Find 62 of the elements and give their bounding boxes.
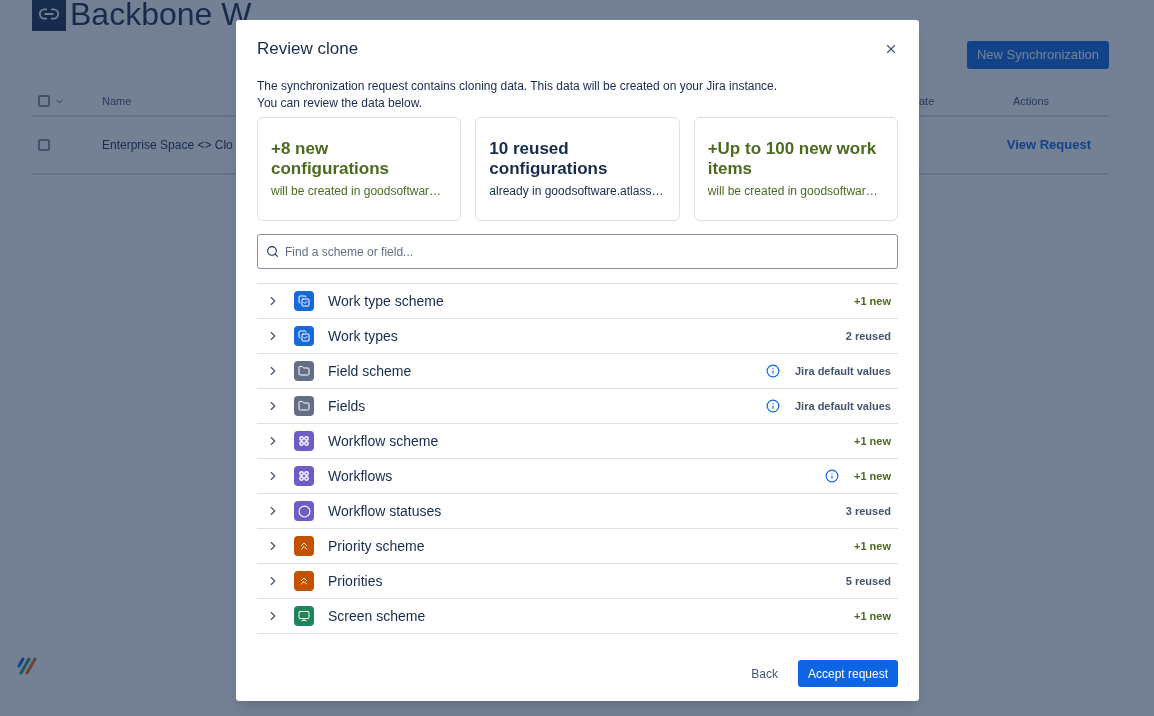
status-text: Jira default values <box>795 398 891 414</box>
row-label: Workflows <box>328 466 393 486</box>
card-headline: 10 reused configurations <box>489 139 609 179</box>
four-dots-icon <box>294 466 314 486</box>
info-icon[interactable] <box>766 364 780 378</box>
row-label: Screen scheme <box>328 606 426 626</box>
row-label: Work type scheme <box>328 291 444 311</box>
row-label: Fields <box>328 396 366 416</box>
select-all-checkbox[interactable] <box>38 95 50 107</box>
config-row[interactable]: Work type scheme +1 new <box>257 284 898 319</box>
status-text: 2 reused <box>845 328 891 344</box>
config-row[interactable]: Priority scheme +1 new <box>257 529 898 564</box>
column-header: Name <box>102 93 132 109</box>
row-label: Field scheme <box>328 361 412 381</box>
status-text: +1 new <box>854 608 891 624</box>
config-row[interactable]: Workflows +1 new <box>257 459 898 494</box>
status-text: +1 new <box>854 468 891 484</box>
config-row[interactable]: Fields Jira default values <box>257 389 898 424</box>
row-checkbox[interactable] <box>38 139 50 151</box>
status-text: 5 reused <box>845 573 891 589</box>
four-dots-icon <box>294 431 314 451</box>
card-headline: +8 new configurations <box>271 139 391 179</box>
search-icon <box>266 245 279 258</box>
back-button[interactable]: Back <box>745 660 784 687</box>
intro-text: The synchronization request contains cloning data. This data will be created on your Jira instance. <box>257 78 779 95</box>
card-headline: +Up to 100 new work items <box>707 139 878 179</box>
monitor-icon <box>294 606 314 626</box>
config-row[interactable]: Work types 2 reused <box>257 319 898 354</box>
double-chevron-up-icon <box>294 536 314 556</box>
column-header: ate <box>919 93 935 109</box>
table-cell-text: Enterprise Space <> Clo <box>102 137 233 154</box>
row-label: Workflow statuses <box>328 501 442 521</box>
status-text: +1 new <box>854 433 891 449</box>
column-header: Actions <box>1013 93 1050 109</box>
double-chevron-up-icon <box>294 571 314 591</box>
search-field[interactable]: Find a scheme or field... <box>257 234 898 269</box>
info-icon[interactable] <box>766 399 780 413</box>
card-detail: will be created in goodsoftwar… <box>271 183 443 200</box>
checked-copies-icon <box>294 291 314 311</box>
checked-copies-icon <box>294 326 314 346</box>
stripes-logo-icon <box>17 657 39 675</box>
config-row[interactable]: Priorities 5 reused <box>257 564 898 599</box>
status-text: +1 new <box>854 293 891 309</box>
row-label: Priority scheme <box>328 536 425 556</box>
status-text: Jira default values <box>795 363 891 379</box>
status-text: 3 reused <box>845 503 891 519</box>
intro-text: You can review the data below. <box>257 95 423 112</box>
info-icon[interactable] <box>825 469 839 483</box>
card-detail: already in goodsoftware.atlass… <box>489 183 665 200</box>
folder-icon <box>294 396 314 416</box>
card-detail: will be created in goodsoftwar… <box>707 183 879 200</box>
row-label: Workflow scheme <box>328 431 439 451</box>
row-label: Work types <box>328 326 398 346</box>
accept-request-button[interactable]: Accept request <box>797 660 898 687</box>
row-label: Priorities <box>328 571 383 591</box>
folder-icon <box>294 361 314 381</box>
config-row[interactable]: Screen scheme +1 new <box>257 599 898 634</box>
config-row[interactable]: Workflow statuses 3 reused <box>257 494 898 529</box>
dialog-title: Review clone <box>257 38 359 61</box>
status-text: +1 new <box>854 538 891 554</box>
config-row[interactable]: Field scheme Jira default values <box>257 354 898 389</box>
config-row[interactable]: Workflow scheme +1 new <box>257 424 898 459</box>
